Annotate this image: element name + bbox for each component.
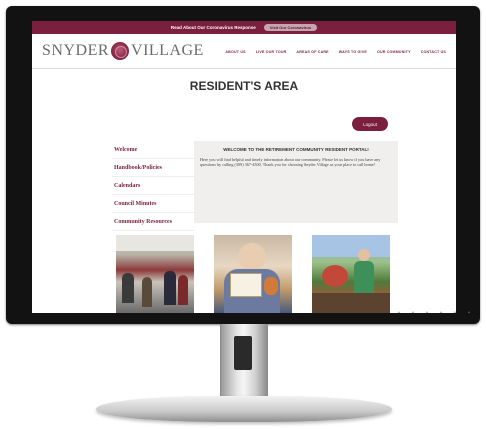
content-body: Here you will find helpful and timely in… (200, 157, 381, 168)
nav-item-care[interactable]: AREAS OF CARE (296, 50, 328, 54)
alert-button[interactable]: Visit Our Coronavirus (263, 24, 318, 31)
resident-sidebar: Welcome Handbook/Policies Calendars Coun… (112, 141, 194, 231)
sidebar-item-calendars[interactable]: Calendars (112, 177, 194, 195)
monitor-button-4[interactable]: • (438, 311, 444, 316)
logo-text-right: VILLAGE (131, 42, 204, 59)
monitor-stand-slot (234, 336, 252, 370)
monitor-screen: Read About Our Coronavirus Response Visi… (32, 21, 456, 313)
page-title: RESIDENT'S AREA (189, 79, 299, 93)
logo-flower-icon (111, 42, 130, 60)
welcome-content-panel: WELCOME TO THE RETIREMENT COMMUNITY RESI… (194, 141, 398, 223)
monitor-button-2[interactable]: • (410, 311, 416, 316)
site-header: SNYDER VILLAGE ABOUT US LIVE OUR TOUR AR… (32, 34, 456, 69)
main-nav: ABOUT US LIVE OUR TOUR AREAS OF CARE WAY… (225, 50, 446, 54)
alert-bar: Read About Our Coronavirus Response Visi… (32, 21, 456, 34)
photo-dining-hall (116, 235, 194, 313)
monitor-button-5[interactable]: • (452, 311, 458, 316)
monitor-frame: Read About Our Coronavirus Response Visi… (6, 6, 480, 324)
logout-button[interactable]: Logout (352, 117, 388, 131)
content-title: WELCOME TO THE RETIREMENT COMMUNITY RESI… (223, 147, 369, 152)
nav-item-tour[interactable]: LIVE OUR TOUR (256, 50, 287, 54)
nav-item-give[interactable]: WAYS TO GIVE (339, 50, 367, 54)
monitor-button-3[interactable]: • (424, 311, 430, 316)
sidebar-item-community-resources[interactable]: Community Resources (112, 213, 194, 231)
nav-item-about[interactable]: ABOUT US (225, 50, 245, 54)
site-logo[interactable]: SNYDER VILLAGE (42, 42, 204, 60)
sidebar-item-handbook[interactable]: Handbook/Policies (112, 159, 194, 177)
sidebar-item-council-minutes[interactable]: Council Minutes (112, 195, 194, 213)
photo-resident-certificate (214, 235, 292, 313)
nav-item-community[interactable]: OUR COMMUNITY (377, 50, 411, 54)
alert-text: Read About Our Coronavirus Response (170, 25, 256, 30)
monitor-power-button[interactable]: • (466, 311, 472, 316)
sidebar-item-welcome[interactable]: Welcome (112, 141, 194, 159)
nav-item-contact[interactable]: CONTACT US (421, 50, 446, 54)
photo-garden-group (312, 235, 390, 313)
monitor-stand-base (96, 396, 392, 422)
logo-text-left: SNYDER (42, 42, 110, 59)
monitor-button-1[interactable]: • (396, 311, 402, 316)
